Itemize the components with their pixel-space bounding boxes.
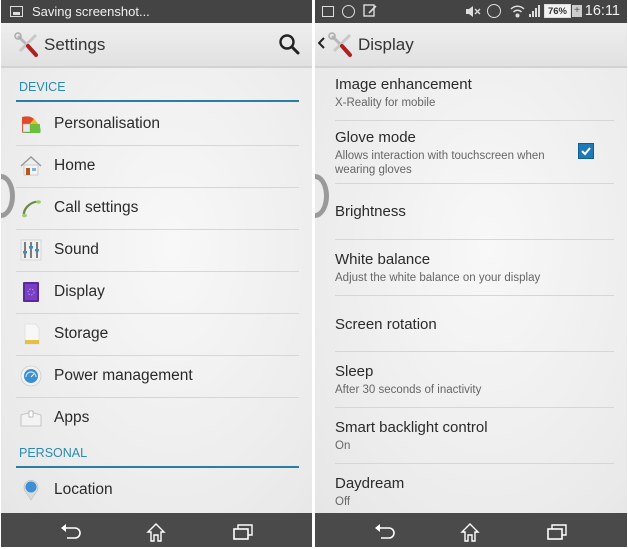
setting-summary: On bbox=[335, 440, 351, 452]
item-label: Sound bbox=[54, 241, 99, 258]
settings-item-display[interactable]: Display bbox=[16, 271, 299, 314]
signal-icon bbox=[529, 5, 541, 20]
item-label: Call settings bbox=[54, 199, 139, 216]
settings-tools-icon[interactable] bbox=[328, 31, 354, 58]
settings-item-sound[interactable]: Sound bbox=[16, 229, 299, 272]
alarm-clock-icon bbox=[342, 5, 355, 18]
setting-title: Smart backlight control bbox=[335, 419, 488, 436]
equalizer-sliders-icon bbox=[20, 239, 42, 261]
recent-apps-icon[interactable] bbox=[544, 521, 570, 543]
settings-item-apps[interactable]: Apps bbox=[16, 397, 299, 439]
setting-title: Glove mode bbox=[335, 129, 416, 146]
notification-text: Saving screenshot... bbox=[32, 4, 150, 19]
item-label: Home bbox=[54, 157, 96, 174]
settings-list: DEVICE Personalisation Home Call setting… bbox=[1, 68, 312, 513]
section-header-device: DEVICE bbox=[16, 80, 299, 102]
setting-title: White balance bbox=[335, 251, 431, 268]
setting-daydream[interactable]: Daydream Off bbox=[335, 463, 614, 515]
battery-indicator: 76% bbox=[544, 4, 571, 18]
check-icon bbox=[581, 147, 591, 156]
home-icon bbox=[20, 155, 42, 177]
section-header-personal: PERSONAL bbox=[16, 446, 299, 468]
setting-summary: Allows interaction with touchscreen when… bbox=[335, 150, 545, 176]
mute-icon bbox=[465, 5, 481, 21]
status-bar: Saving screenshot... bbox=[1, 0, 312, 23]
action-bar: Display bbox=[315, 23, 627, 68]
item-label: Personalisation bbox=[54, 115, 160, 132]
setting-screen-rotation[interactable]: Screen rotation bbox=[335, 295, 614, 352]
recent-apps-icon[interactable] bbox=[230, 521, 256, 543]
setting-summary: X-Reality for mobile bbox=[335, 97, 436, 109]
note-edit-icon bbox=[363, 3, 377, 20]
setting-title: Image enhancement bbox=[335, 76, 472, 93]
sd-card-icon bbox=[20, 323, 42, 345]
setting-title: Brightness bbox=[335, 203, 406, 220]
setting-title: Daydream bbox=[335, 475, 405, 492]
navigation-bar bbox=[315, 513, 627, 547]
phone-handset-icon bbox=[20, 197, 42, 219]
item-label: Power management bbox=[54, 367, 193, 384]
page-title: Settings bbox=[44, 34, 106, 54]
back-icon[interactable] bbox=[58, 521, 84, 543]
setting-white-balance[interactable]: White balance Adjust the white balance o… bbox=[335, 239, 614, 296]
display-icon bbox=[20, 281, 42, 303]
settings-item-power-management[interactable]: Power management bbox=[16, 355, 299, 398]
settings-item-location[interactable]: Location bbox=[16, 470, 299, 510]
display-settings-screen: 76% + 16:11 Display Image enhancement X-… bbox=[315, 0, 627, 547]
home-icon[interactable] bbox=[457, 521, 483, 543]
clock: 16:11 bbox=[584, 3, 620, 19]
location-pin-icon bbox=[20, 479, 42, 501]
settings-item-storage[interactable]: Storage bbox=[16, 313, 299, 356]
alarm-icon bbox=[487, 4, 501, 18]
status-bar: 76% + 16:11 bbox=[315, 0, 627, 23]
settings-screen: Saving screenshot... Settings DEVICE Per… bbox=[1, 0, 312, 547]
home-icon[interactable] bbox=[143, 521, 169, 543]
glove-mode-checkbox[interactable] bbox=[578, 143, 594, 159]
setting-smart-backlight-control[interactable]: Smart backlight control On bbox=[335, 407, 614, 464]
navigation-bar bbox=[1, 513, 312, 547]
item-label: Location bbox=[54, 481, 113, 498]
setting-title: Screen rotation bbox=[335, 316, 437, 333]
screenshot-icon bbox=[10, 6, 23, 17]
apps-box-icon bbox=[20, 407, 42, 429]
charging-icon: + bbox=[572, 5, 582, 17]
display-settings-list: Image enhancement X-Reality for mobile G… bbox=[315, 68, 627, 513]
item-label: Display bbox=[54, 283, 105, 300]
setting-brightness[interactable]: Brightness bbox=[335, 183, 614, 240]
setting-summary: Adjust the white balance on your display bbox=[335, 272, 541, 284]
setting-image-enhancement[interactable]: Image enhancement X-Reality for mobile bbox=[335, 68, 614, 121]
search-icon[interactable] bbox=[278, 33, 300, 55]
settings-item-home[interactable]: Home bbox=[16, 145, 299, 188]
item-label: Storage bbox=[54, 325, 109, 342]
setting-summary: Off bbox=[335, 496, 351, 508]
settings-tools-icon[interactable] bbox=[14, 31, 40, 58]
chevron-left-icon[interactable] bbox=[317, 36, 326, 54]
wifi-icon bbox=[510, 4, 525, 21]
setting-glove-mode[interactable]: Glove mode Allows interaction with touch… bbox=[335, 120, 614, 184]
battery-gauge-icon bbox=[20, 365, 42, 387]
back-icon[interactable] bbox=[372, 521, 398, 543]
settings-item-call-settings[interactable]: Call settings bbox=[16, 187, 299, 230]
personalisation-icon bbox=[20, 113, 42, 135]
settings-item-personalisation[interactable]: Personalisation bbox=[16, 103, 299, 146]
setting-sleep[interactable]: Sleep After 30 seconds of inactivity bbox=[335, 351, 614, 408]
item-label: Apps bbox=[54, 409, 90, 426]
action-bar: Settings bbox=[1, 23, 312, 68]
page-title: Display bbox=[358, 34, 414, 54]
screenshot-icon bbox=[322, 6, 334, 17]
setting-summary: After 30 seconds of inactivity bbox=[335, 384, 482, 396]
setting-title: Sleep bbox=[335, 363, 374, 380]
